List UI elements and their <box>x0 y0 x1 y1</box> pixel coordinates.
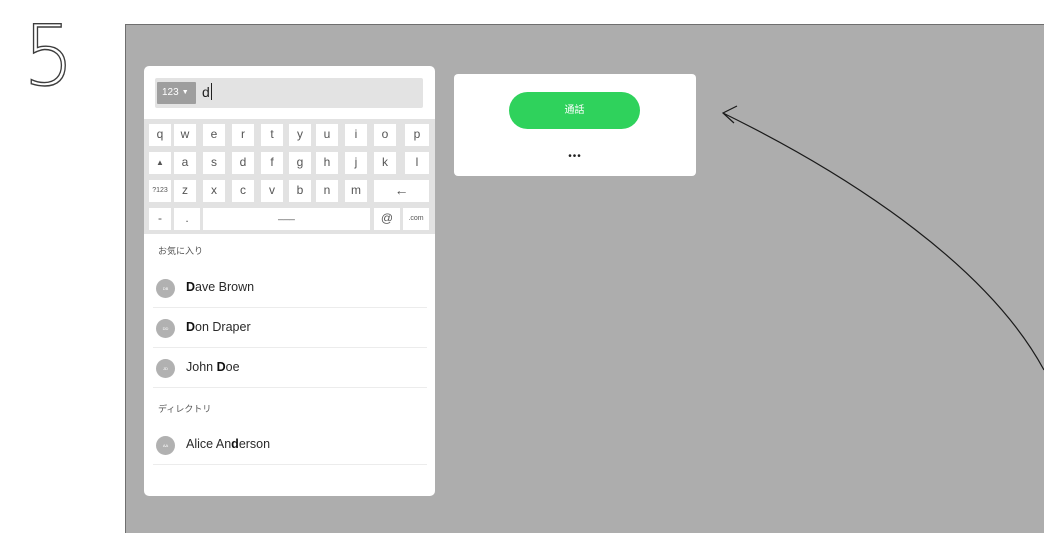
annotation-arrow <box>721 105 1044 371</box>
arrow-head-icon <box>721 105 738 124</box>
arrow-curve <box>722 112 1044 371</box>
